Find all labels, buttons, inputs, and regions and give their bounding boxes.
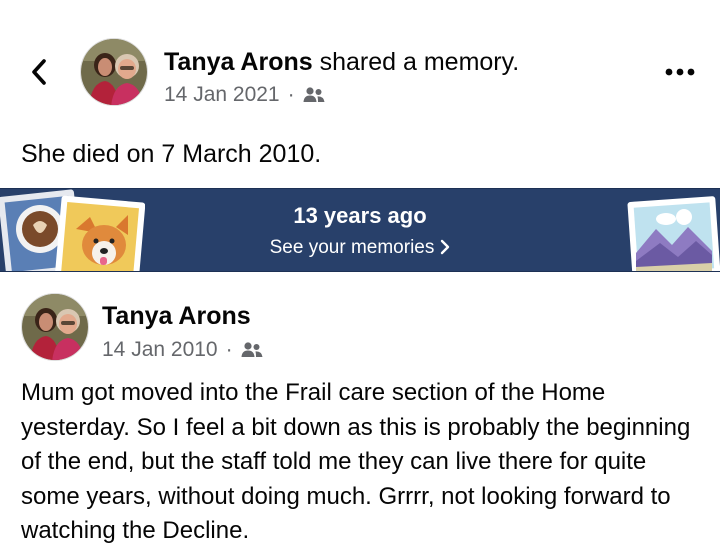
back-button[interactable] [26,56,52,88]
memories-illustration-left [0,189,145,271]
chevron-left-icon [32,59,46,85]
more-horizontal-icon [665,68,695,76]
more-options-button[interactable] [662,60,698,84]
friends-icon [241,342,263,357]
separator-dot: · [225,338,233,361]
author-name[interactable]: Tanya Arons [164,48,313,76]
header-meta: 14 Jan 2021 · [164,83,325,107]
post-author-name[interactable]: Tanya Arons [102,302,251,331]
author-avatar[interactable] [80,38,148,106]
header-title: Tanya Arons shared a memory. [164,48,519,77]
friends-icon [303,87,325,102]
see-memories-label: See your memories [269,237,435,258]
shared-caption: She died on 7 March 2010. [21,140,322,168]
memory-years-ago: 13 years ago [293,203,427,228]
separator-dot: · [287,83,295,106]
post-body-text: Mum got moved into the Frail care sectio… [21,379,691,544]
post-header: Tanya Arons shared a memory. 14 Jan 2021… [0,0,720,120]
post-author-avatar[interactable] [21,293,89,361]
post-date[interactable]: 14 Jan 2021 [164,83,280,107]
post-meta: 14 Jan 2010 · [102,338,263,362]
see-memories-link[interactable]: See your memories [0,237,720,259]
post-original-date[interactable]: 14 Jan 2010 [102,338,218,362]
memories-illustration-right [627,196,720,271]
action-text: shared a memory. [319,48,520,76]
chevron-right-icon [441,239,450,255]
memory-banner[interactable]: 13 years ago See your memories [0,188,720,272]
